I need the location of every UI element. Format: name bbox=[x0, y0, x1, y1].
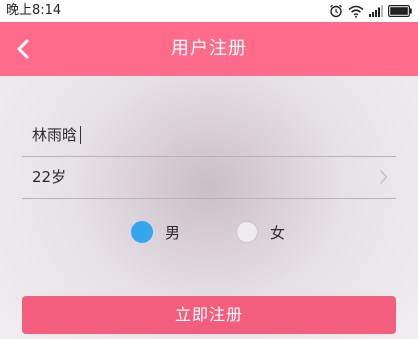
app-bar: 用户注册 bbox=[0, 22, 418, 76]
radio-unchecked-icon bbox=[236, 221, 258, 243]
registration-screen: 晚上8:14 用户注册 林雨晗 22岁 男 女 立即注册 bbox=[0, 0, 418, 339]
gender-male-label: 男 bbox=[165, 223, 181, 242]
status-bar: 晚上8:14 bbox=[0, 0, 418, 22]
gender-female-radio[interactable]: 女 bbox=[236, 218, 285, 246]
signal-icon bbox=[369, 5, 383, 17]
status-icons bbox=[329, 3, 412, 19]
register-button[interactable]: 立即注册 bbox=[22, 296, 396, 334]
gender-female-label: 女 bbox=[270, 223, 286, 242]
wifi-icon bbox=[348, 5, 364, 18]
name-input[interactable] bbox=[32, 114, 372, 156]
chevron-right-icon bbox=[379, 169, 388, 185]
gender-male-radio[interactable]: 男 bbox=[131, 218, 180, 246]
text-caret bbox=[80, 126, 81, 144]
age-field[interactable]: 22岁 bbox=[22, 156, 396, 199]
name-field[interactable] bbox=[22, 114, 396, 157]
age-value: 22岁 bbox=[32, 168, 67, 186]
alarm-icon bbox=[329, 4, 343, 18]
page-title: 用户注册 bbox=[171, 38, 247, 59]
battery-icon bbox=[388, 5, 412, 17]
radio-checked-icon bbox=[131, 221, 153, 243]
status-time: 晚上8:14 bbox=[6, 3, 62, 18]
gender-selector: 男 女 bbox=[0, 218, 418, 246]
